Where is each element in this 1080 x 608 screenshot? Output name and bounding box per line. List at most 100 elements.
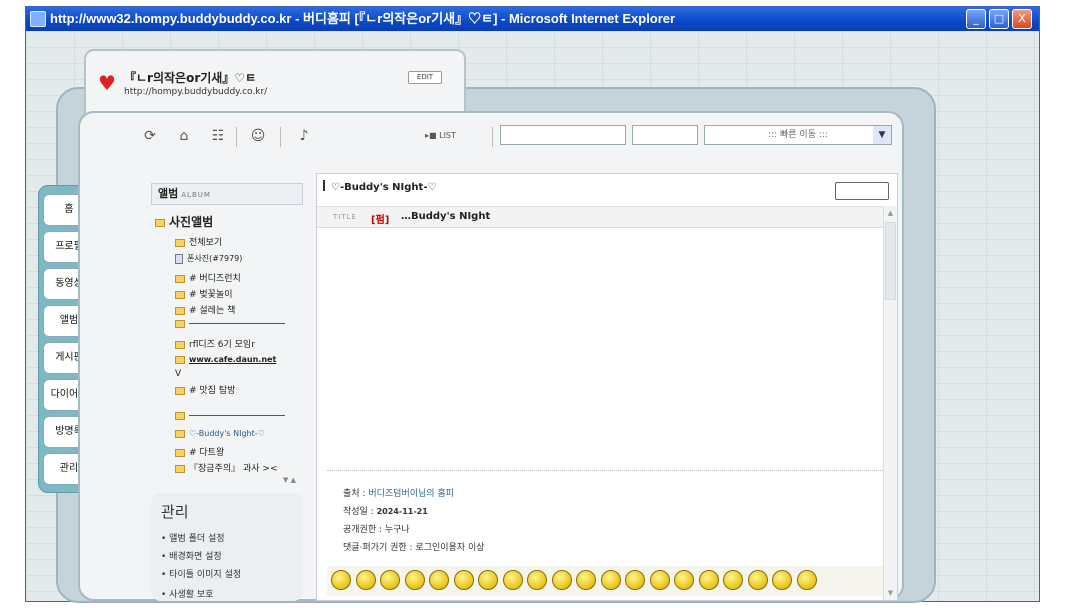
- emoticon-icon[interactable]: [772, 570, 792, 590]
- emoticon-icon[interactable]: [478, 570, 498, 590]
- emoticon-icon[interactable]: [380, 570, 400, 590]
- browser-window: http://www32.hompy.buddybuddy.co.kr - 버디…: [25, 6, 1040, 603]
- open-folder-icon: [155, 218, 165, 227]
- mgmt-background[interactable]: • 배경화면 설정: [161, 549, 222, 562]
- chevron-down-icon[interactable]: ▼: [873, 126, 891, 144]
- tree-item-label: www.cafe.daun.net: [189, 355, 277, 364]
- visibility-line: 공개권한 : 누구나: [343, 525, 410, 535]
- emoticon-icon[interactable]: [404, 570, 425, 590]
- emoticon-icon[interactable]: [674, 570, 694, 590]
- quick-move-select[interactable]: ::: 빠른 이동 ::: ▼: [704, 125, 892, 145]
- tree-item-cafe[interactable]: www.cafe.daun.net: [175, 355, 276, 364]
- window-titlebar[interactable]: http://www32.hompy.buddybuddy.co.kr - 버디…: [26, 7, 1039, 31]
- folder-icon: [175, 464, 185, 473]
- emoticon-icon[interactable]: [453, 570, 474, 590]
- tree-item-jangeum[interactable]: 『장금주의』 과사 ><: [175, 461, 277, 474]
- search-input[interactable]: [500, 125, 626, 145]
- post-title: …Buddy's NIght: [401, 211, 491, 222]
- mgmt-privacy[interactable]: • 사생활 보호: [161, 587, 213, 600]
- mgmt-album-folder[interactable]: • 앨범 폴더 설정: [161, 531, 225, 544]
- emoticon-icon[interactable]: [698, 570, 719, 590]
- close-button[interactable]: X: [1012, 9, 1032, 29]
- comment-permission-line: 댓글·퍼가기 권한 : 로그인이용자 이상: [343, 543, 485, 553]
- maximize-button[interactable]: □: [989, 9, 1009, 29]
- page-canvas: ♥ 『ㄴr의작은or기새』♡ㅌ http://hompy.buddybuddy.…: [26, 31, 1039, 603]
- document-icon: [175, 253, 183, 264]
- post-body: [317, 228, 883, 458]
- emoticon-icon[interactable]: [723, 570, 743, 590]
- tree-item-label: ♡-Buddy's NIght-♡: [189, 429, 265, 438]
- main-frame: ⟳ ⌂ ☷ ☺ ♪ ▸■ LIST ::: 빠른 이동 ::: ▼ 앨범 ALBU…: [78, 111, 904, 601]
- content-scrollbar[interactable]: ▲ ▼: [883, 206, 897, 600]
- view-button[interactable]: [835, 182, 889, 200]
- edit-button[interactable]: EDIT: [408, 71, 442, 84]
- source-line: 출처 : 버디즈덤버이님의 홈피: [343, 486, 454, 499]
- source-label: 출처 :: [343, 489, 366, 499]
- toolbar-divider: [236, 127, 237, 147]
- tree-scroll-arrows[interactable]: ▼ ▲: [283, 476, 296, 484]
- music-icon[interactable]: ♪: [294, 127, 314, 145]
- emoticon-icon[interactable]: [551, 570, 572, 590]
- content-divider: [327, 470, 883, 471]
- title-label: TITLE: [333, 213, 357, 221]
- toolbar-divider: [280, 127, 281, 147]
- tree-item-food[interactable]: # 맛집 탐방: [175, 383, 235, 396]
- emoticon-icon[interactable]: [747, 570, 768, 590]
- title-tag: [펌]: [371, 215, 390, 226]
- window-title: http://www32.hompy.buddybuddy.co.kr - 버디…: [50, 11, 676, 26]
- emoticon-icon[interactable]: [502, 570, 523, 590]
- emoticon-icon[interactable]: [331, 570, 351, 590]
- emoticon-icon[interactable]: [625, 570, 645, 590]
- minimize-button[interactable]: _: [966, 9, 986, 29]
- mgmt-item-label: 사생활 보호: [169, 590, 214, 600]
- emoticon-icon[interactable]: [429, 570, 449, 590]
- refresh-icon[interactable]: ⟳: [140, 127, 160, 145]
- cart-icon[interactable]: ☷: [208, 127, 228, 145]
- emoticon-icon[interactable]: [649, 570, 670, 590]
- scroll-thumb[interactable]: [885, 222, 896, 300]
- emoticon-icon[interactable]: [355, 570, 376, 590]
- tree-item-book[interactable]: # 설레는 책: [175, 303, 235, 316]
- secondary-input[interactable]: [632, 125, 698, 145]
- tree-item-meetup[interactable]: rfl디즈 6기 모임r: [175, 337, 255, 350]
- tree-item-dart[interactable]: # 다트왕: [175, 445, 224, 458]
- tree-item-phone[interactable]: 폰사진(#7979): [175, 253, 242, 264]
- emoticon-icon[interactable]: [796, 570, 817, 590]
- tree-item-divider-2[interactable]: [175, 411, 285, 421]
- home-icon[interactable]: ⌂: [174, 127, 194, 145]
- date-line: 작성일 : 2024-11-21: [343, 504, 428, 517]
- folder-icon: [175, 411, 185, 420]
- management-box: 관리 • 앨범 폴더 설정 • 배경화면 설정 • 타이틀 이미지 설정 • 사…: [151, 493, 303, 601]
- folder-icon: [175, 290, 185, 299]
- list-button[interactable]: ▸■ LIST: [425, 131, 465, 143]
- mgmt-title-image[interactable]: • 타이틀 이미지 설정: [161, 567, 241, 580]
- home-url[interactable]: http://hompy.buddybuddy.co.kr/: [124, 87, 267, 97]
- tree-item-cherry[interactable]: # 벚꽃놀이: [175, 287, 233, 300]
- smile-icon[interactable]: ☺: [248, 127, 268, 145]
- tree-item-buddys-night[interactable]: ♡-Buddy's NIght-♡: [175, 429, 265, 438]
- emoticon-icon[interactable]: [527, 570, 547, 590]
- tree-item-v: V: [175, 369, 182, 379]
- tree-item-label: rfl디즈 6기 모임r: [189, 340, 255, 350]
- album-label: 앨범: [158, 187, 179, 200]
- photo-album-root[interactable]: 사진앨범: [155, 213, 213, 230]
- tree-item-label: # 설레는 책: [189, 306, 236, 316]
- folder-icon: [175, 238, 185, 247]
- tree-item-label: 『장금주의』 과사 ><: [189, 464, 278, 474]
- emoticon-icon[interactable]: [600, 570, 621, 590]
- ie-icon: [30, 11, 46, 27]
- scroll-up-arrow[interactable]: ▲: [884, 206, 897, 220]
- album-sidebar: 앨범 ALBUM 사진앨범 전체보기 폰사진(#7979) # 버디즈런치 # 벚…: [151, 183, 309, 603]
- tree-item-label: 폰사진(#7979): [187, 254, 243, 263]
- tree-item-divider[interactable]: [175, 319, 285, 329]
- toolbar-divider: [492, 127, 493, 147]
- heart-icon: ♥: [98, 71, 116, 95]
- tree-item-lunch[interactable]: # 버디즈런치: [175, 271, 241, 284]
- source-link[interactable]: 버디즈덤버이님의 홈피: [368, 489, 454, 499]
- mgmt-item-label: 배경화면 설정: [169, 552, 222, 562]
- tree-item-all[interactable]: 전체보기: [175, 235, 222, 248]
- scroll-down-arrow[interactable]: ▼: [884, 586, 897, 600]
- folder-icon: [175, 274, 185, 283]
- emoticon-icon[interactable]: [576, 570, 596, 590]
- folder-icon: [175, 319, 185, 328]
